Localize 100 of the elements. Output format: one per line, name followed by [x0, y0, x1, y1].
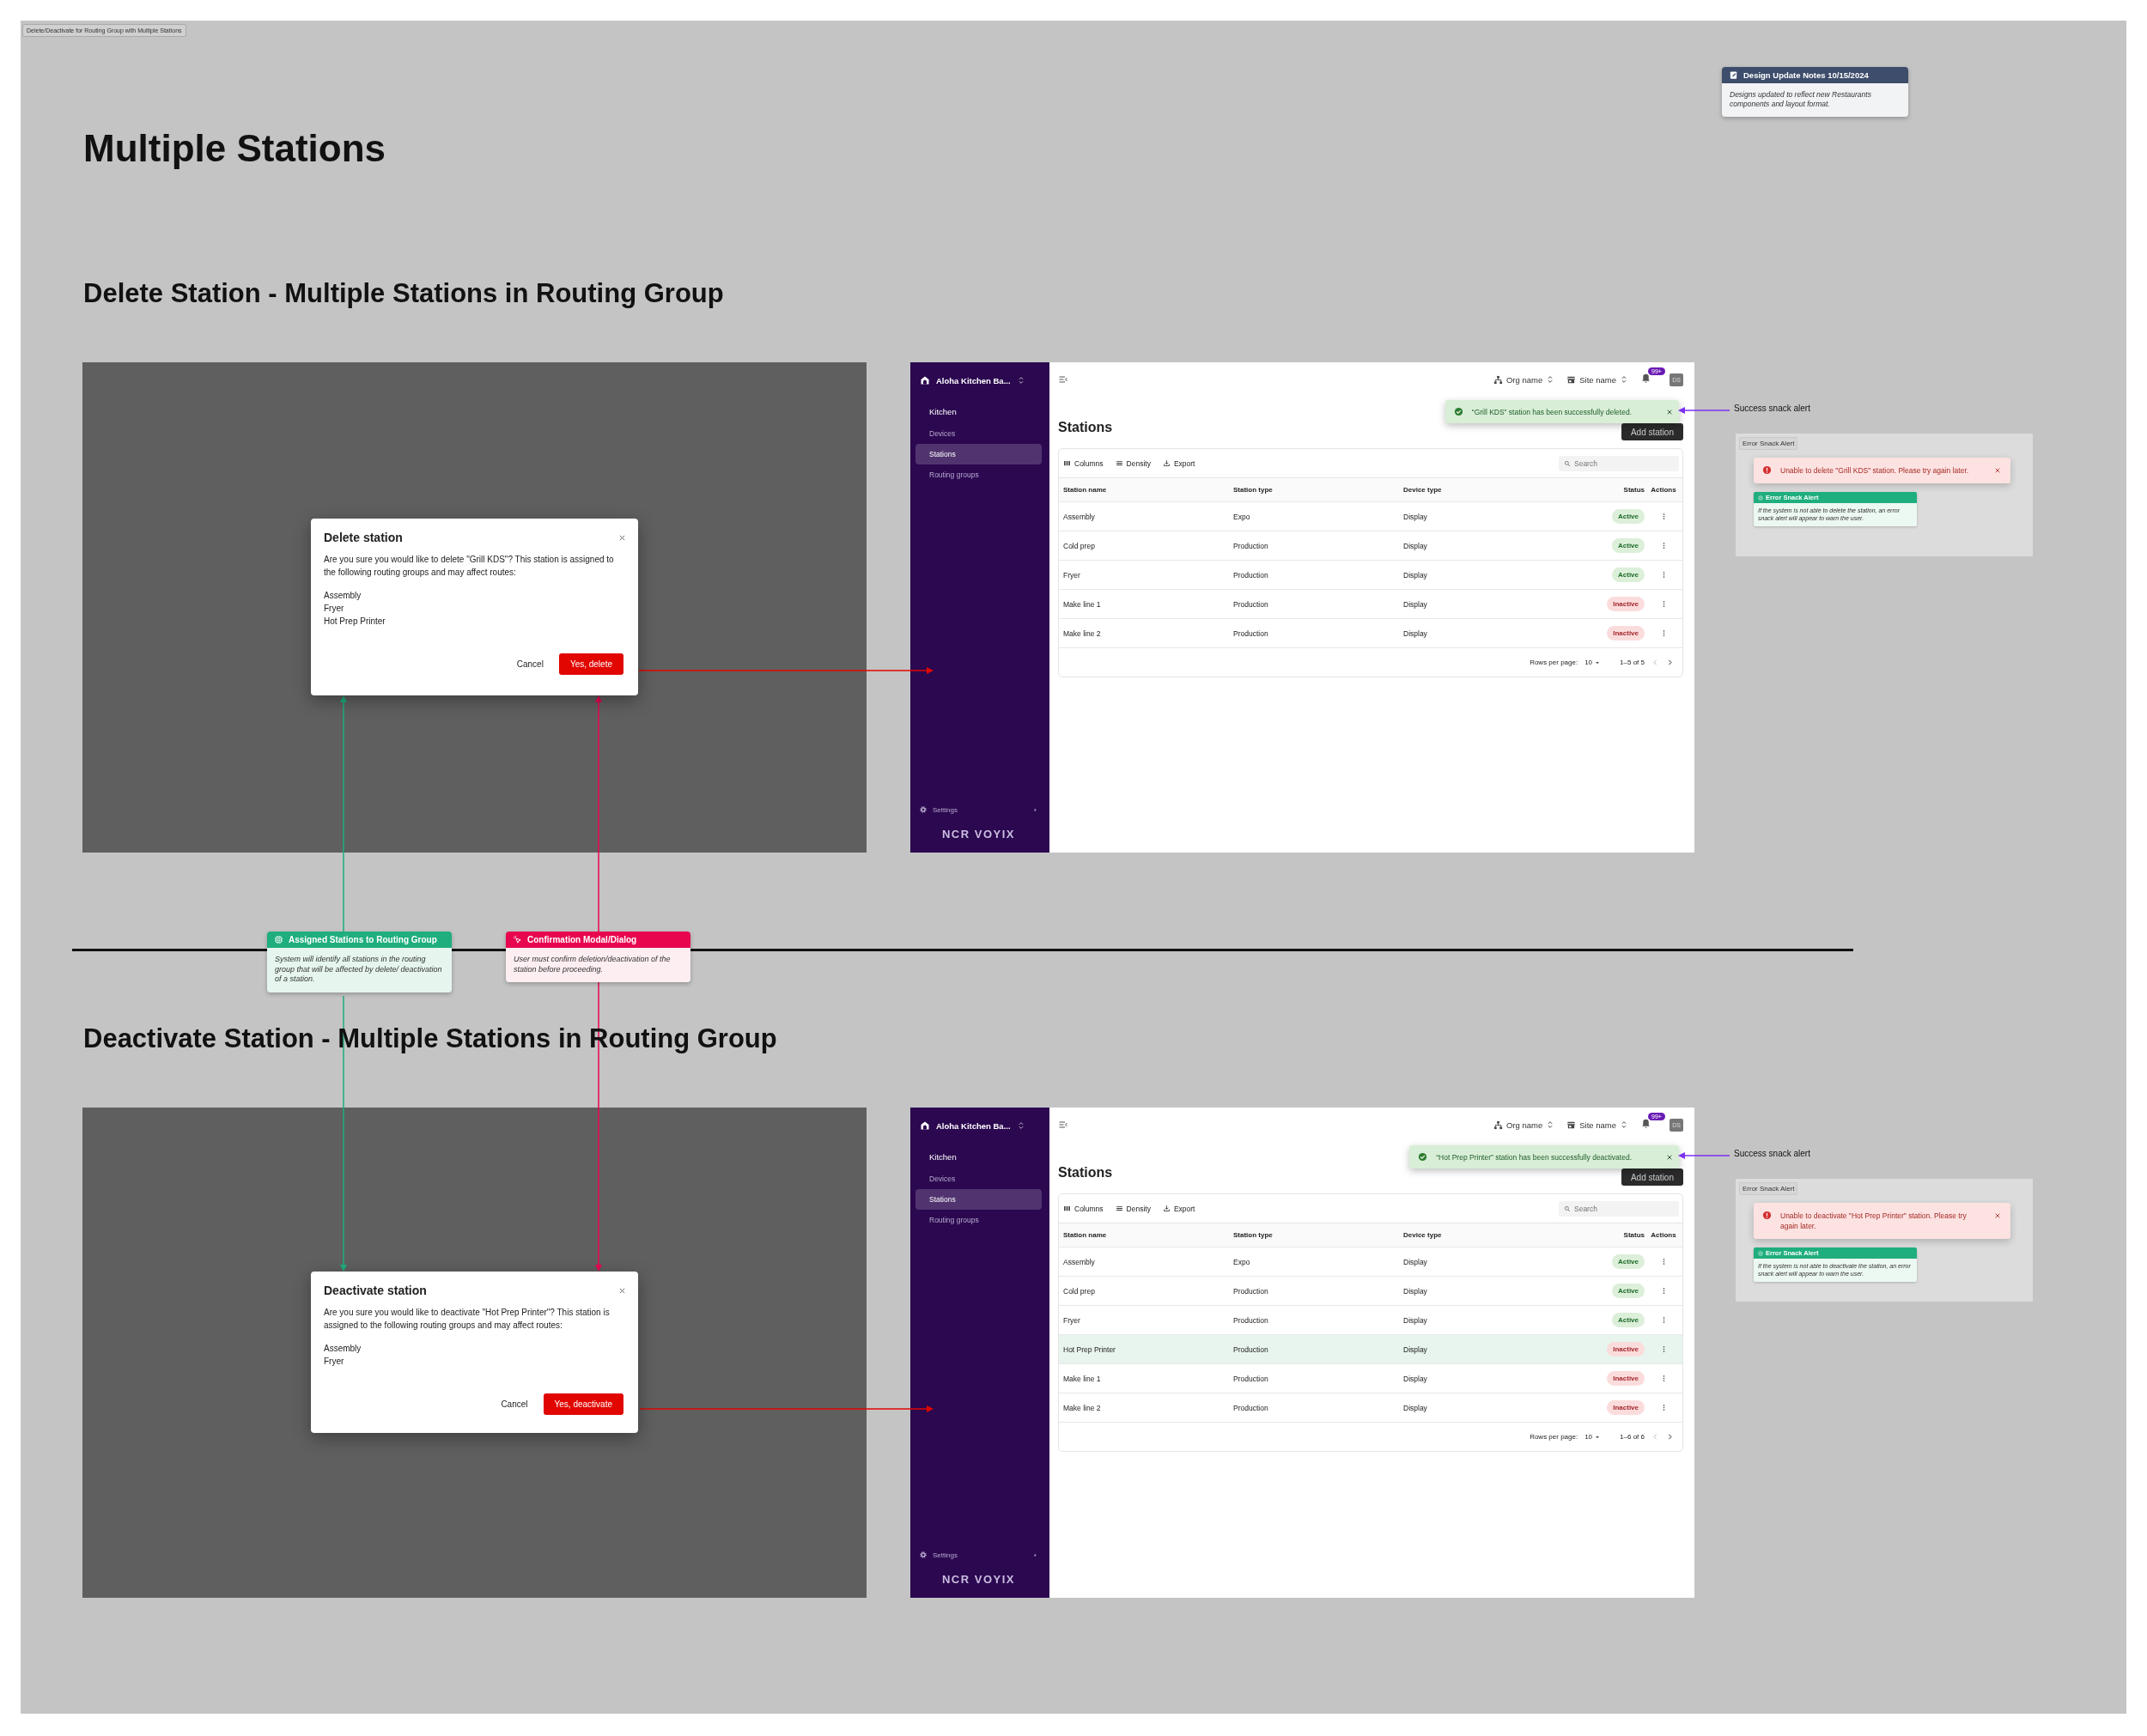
toolbar-button[interactable]: Columns	[1063, 458, 1104, 468]
table-cell-text: Display	[1403, 1286, 1428, 1296]
status-badge: Active	[1612, 538, 1645, 553]
section-heading: Delete Station - Multiple Stations in Routing Group	[83, 278, 724, 309]
leader-line	[1678, 407, 1730, 414]
search-field[interactable]: Search	[1559, 455, 1679, 471]
notification-icon[interactable]	[1640, 1118, 1651, 1129]
chip-icon	[274, 935, 283, 944]
columns-icon	[1063, 1205, 1071, 1212]
add-station-button[interactable]: Add station	[1621, 423, 1683, 440]
org-chart-icon	[1493, 374, 1503, 385]
toolbar-button[interactable]: Density	[1115, 458, 1151, 468]
table-cell-text: Display	[1403, 1257, 1428, 1266]
search-field[interactable]: Search	[1559, 1200, 1679, 1217]
settings-item[interactable]: Settings	[915, 1551, 1042, 1568]
table-cell-text: Display	[1403, 1403, 1428, 1412]
table-cell-text: Fryer	[1063, 570, 1081, 580]
column-header: Status	[1623, 1231, 1645, 1239]
table-cell-text: Display	[1403, 599, 1428, 609]
confirm-button[interactable]: Yes, deactivate	[543, 1393, 623, 1415]
confirm-button[interactable]: Yes, delete	[558, 653, 623, 675]
column-header: Station name	[1063, 486, 1108, 494]
add-station-button[interactable]: Add station	[1621, 1168, 1683, 1186]
table-cell-text: Production	[1233, 541, 1269, 550]
toolbar-button[interactable]: Export	[1162, 458, 1195, 468]
page-title: Stations	[1058, 420, 1113, 435]
status-badge: Inactive	[1607, 626, 1645, 640]
close-icon	[1666, 1153, 1673, 1161]
table-cell-text: Display	[1403, 1344, 1428, 1354]
download-icon	[1162, 1205, 1171, 1212]
next-page-button[interactable]	[1666, 1433, 1674, 1441]
table-cell-text: Make line 2	[1063, 1403, 1102, 1412]
column-header: Actions	[1651, 1231, 1676, 1239]
sidebar-item[interactable]: Stations	[915, 1189, 1042, 1210]
table-cell-text: Display	[1403, 541, 1428, 550]
download-icon	[1162, 459, 1171, 467]
annotation-label: Success snack alert	[1734, 1149, 1810, 1158]
table-cell-text: Production	[1233, 1315, 1269, 1325]
org-selector[interactable]: Org name	[1493, 374, 1555, 385]
check-circle-icon	[1418, 1152, 1428, 1162]
close-button[interactable]	[618, 1286, 626, 1295]
home-icon	[920, 1120, 930, 1131]
close-button[interactable]	[1666, 408, 1673, 416]
sidebar-item[interactable]: Routing groups	[915, 1210, 1042, 1230]
brand-name: Aloha Kitchen Ba...	[936, 375, 1011, 385]
table-cell-text: Production	[1233, 1374, 1269, 1383]
notification-icon[interactable]	[1640, 373, 1651, 384]
dialog-message: Are you sure you would like to deactivate "Hot Prep Printer"? This station is assigned to the following routing groups and may affect routes:	[324, 1307, 611, 1332]
error-snackbar: Unable to deactivate "Hot Prep Printer" station. Please try again later.	[1754, 1203, 2010, 1239]
table-cell-text: Display	[1403, 628, 1428, 638]
table-cell-text: Production	[1233, 1286, 1269, 1296]
rows-per-page-select[interactable]: 10	[1584, 1433, 1602, 1441]
annotation-label: Success snack alert	[1734, 404, 1810, 413]
toolbar-button[interactable]: Columns	[1063, 1204, 1104, 1213]
rows-per-page-select[interactable]: 10	[1584, 659, 1602, 666]
frame-label: Error Snack Alert	[1739, 437, 1798, 450]
sidebar-item[interactable]: Devices	[915, 423, 1042, 444]
toolbar-button[interactable]: Export	[1162, 1204, 1195, 1213]
home-icon	[920, 375, 930, 385]
status-badge: Active	[1612, 1313, 1645, 1327]
search-icon	[1564, 459, 1571, 467]
cancel-button[interactable]: Cancel	[511, 654, 549, 674]
sidebar-item[interactable]: Stations	[915, 444, 1042, 464]
site-selector[interactable]: Site name	[1566, 374, 1628, 385]
success-snackbar: “Hot Prep Printer” station has been successfully deactivated.	[1409, 1145, 1679, 1168]
station-name: Assembly	[324, 590, 362, 602]
station-name: Hot Prep Printer	[324, 616, 386, 628]
close-icon	[618, 1286, 626, 1295]
cursor-click-icon	[513, 935, 522, 944]
sidebar-item[interactable]: Devices	[915, 1168, 1042, 1189]
cancel-button[interactable]: Cancel	[496, 1394, 533, 1414]
table-cell-text: Assembly	[1063, 1257, 1096, 1266]
chevron-right-icon	[1666, 659, 1674, 666]
columns-icon	[1063, 459, 1071, 467]
sidebar-section: Kitchen	[915, 1144, 1042, 1168]
site-selector[interactable]: Site name	[1566, 1120, 1628, 1130]
table-cell-text: Production	[1233, 1403, 1269, 1412]
error-snackbar: Unable to delete "Grill KDS" station. Please try again later.	[1754, 458, 2010, 483]
org-selector[interactable]: Org name	[1493, 1120, 1555, 1130]
close-button[interactable]	[618, 533, 626, 542]
settings-icon	[919, 1551, 928, 1559]
sidebar-item[interactable]: Routing groups	[915, 464, 1042, 485]
close-icon	[618, 533, 626, 542]
table-cell-text: Display	[1403, 1315, 1428, 1325]
column-header: Station type	[1233, 1231, 1274, 1239]
density-icon	[1115, 1205, 1123, 1212]
column-header: Station type	[1233, 486, 1274, 494]
error-icon	[1762, 1211, 1772, 1220]
status-badge: Active	[1612, 568, 1645, 582]
settings-item[interactable]: Settings	[915, 805, 1042, 822]
chevron-left-icon	[1651, 659, 1659, 666]
error-icon	[1762, 465, 1772, 475]
next-page-button[interactable]	[1666, 659, 1674, 666]
frame-label: Error Snack Alert	[1739, 1182, 1798, 1195]
table-cell-text: Production	[1233, 599, 1269, 609]
column-header: Status	[1623, 486, 1645, 494]
close-button[interactable]	[1666, 1153, 1673, 1161]
chevron-updown-icon	[1620, 1120, 1628, 1129]
station-name: Fryer	[324, 603, 345, 615]
toolbar-button[interactable]: Density	[1115, 1204, 1151, 1213]
